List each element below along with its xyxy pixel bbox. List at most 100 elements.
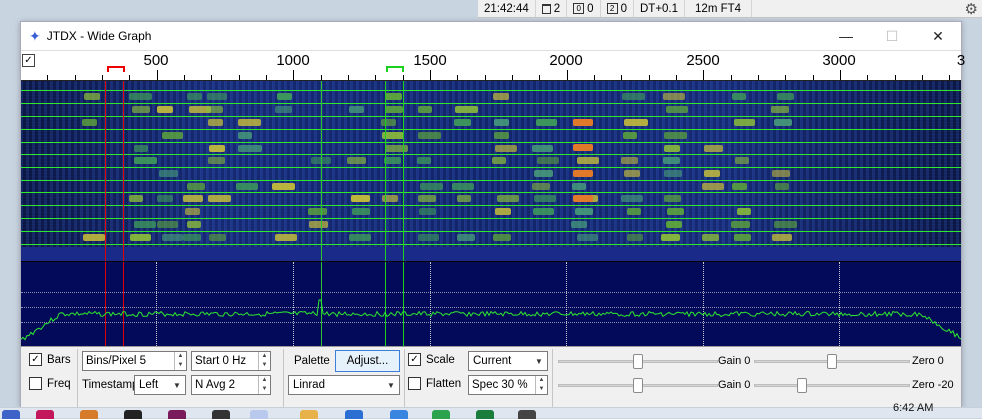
flatten-checkbox[interactable] [408, 377, 421, 390]
spectrum-display[interactable] [21, 261, 961, 346]
signal-trace [417, 106, 432, 113]
minimize-button[interactable]: — [823, 22, 869, 50]
signal-trace [161, 132, 183, 139]
spectrum-mode-select[interactable]: Current ▼ [468, 351, 548, 371]
tx-frequency-marker[interactable] [386, 66, 404, 72]
period-separator-line [21, 180, 961, 181]
slider-thumb[interactable] [633, 354, 643, 369]
period-separator-line [21, 244, 961, 245]
signal-trace [237, 132, 253, 139]
slider-thumb[interactable] [797, 378, 807, 393]
signal-trace [133, 157, 157, 164]
signal-trace [208, 145, 226, 152]
signal-trace [622, 93, 646, 100]
frequency-scale[interactable]: ✓ 500 1000 1500 2000 2500 3000 3 [21, 50, 965, 81]
bins-pixel-spinbox[interactable]: Bins/Pixel 5 ▲ ▼ [82, 351, 187, 371]
signal-trace [536, 119, 558, 126]
start-frequency-spinbox[interactable]: Start 0 Hz ▲ ▼ [191, 351, 271, 371]
scale-label: Scale [426, 353, 455, 366]
maximize-button[interactable]: ☐ [869, 22, 915, 50]
n-avg-value: N Avg 2 [195, 379, 236, 391]
scale-tick [621, 75, 623, 80]
frequency-marker-line [321, 81, 322, 261]
gear-icon[interactable]: ⚙ [965, 0, 982, 18]
scale-tick [566, 70, 568, 80]
bars-toggle[interactable]: ✓ Bars [29, 353, 71, 366]
signal-trace [206, 93, 227, 100]
period-separator-line [21, 129, 961, 130]
signal-trace [129, 234, 151, 241]
scale-checkbox[interactable]: ✓ [408, 353, 421, 366]
signal-trace [346, 157, 366, 164]
signal-trace [664, 145, 680, 152]
slider-thumb[interactable] [827, 354, 837, 369]
waterfall-zero-slider[interactable] [754, 351, 910, 371]
scale-tick [648, 75, 650, 80]
signal-trace [621, 157, 639, 164]
signal-trace [493, 119, 509, 126]
signal-trace [81, 119, 98, 126]
close-button[interactable]: ✕ [915, 22, 961, 50]
signal-trace [774, 119, 793, 126]
signal-trace [416, 157, 431, 164]
period-separator-line [21, 167, 961, 168]
signal-trace [384, 157, 401, 164]
slider-thumb[interactable] [633, 378, 643, 393]
period-separator-line [21, 218, 961, 219]
signal-trace [735, 157, 750, 164]
n-avg-spinbox[interactable]: N Avg 2 ▲ ▼ [191, 375, 271, 395]
period-separator-line [21, 192, 961, 193]
freq-checkbox[interactable] [29, 377, 42, 390]
signal-trace [238, 119, 262, 126]
period-separator-line [21, 231, 961, 232]
waterfall-gain-slider[interactable] [558, 351, 718, 371]
timestamp-select[interactable]: Left ▼ [134, 375, 186, 395]
freq-toggle[interactable]: Freq [29, 377, 71, 390]
signal-trace [666, 208, 684, 215]
signal-trace [156, 195, 174, 202]
trash-counter[interactable]: 2 [536, 0, 568, 17]
spin-arrows-icon[interactable]: ▲ ▼ [258, 352, 270, 370]
scale-tick [402, 75, 404, 80]
signal-trace [275, 234, 297, 241]
palette-select[interactable]: Linrad ▼ [288, 375, 400, 395]
adjust-palette-button[interactable]: Adjust... [335, 350, 400, 372]
waterfall-display[interactable] [21, 81, 961, 261]
bins-pixel-value: Bins/Pixel 5 [86, 355, 147, 367]
scale-tick [675, 75, 677, 80]
spectrum-zero-slider[interactable] [754, 375, 910, 395]
scale-tick [703, 70, 705, 80]
controls-panel: ✓ Bars Freq Bins/Pixel 5 ▲ ▼ Start 0 Hz ▲… [21, 346, 961, 408]
bars-label: Bars [47, 353, 71, 366]
scale-tick [785, 75, 787, 80]
trash-count: 2 [553, 2, 561, 15]
status-strip: 21:42:44 2 0 0 2 0 DT+0.1 12m FT4 ⚙ [478, 0, 982, 18]
spectrum-gain-slider[interactable] [558, 375, 718, 395]
divider [552, 349, 553, 407]
signal-trace [771, 170, 791, 177]
scale-tick [484, 75, 486, 80]
signal-trace [703, 170, 720, 177]
signal-trace [131, 106, 151, 113]
rx-frequency-marker[interactable] [107, 66, 125, 72]
flatten-toggle[interactable]: Flatten [408, 377, 461, 390]
signal-trace [494, 208, 511, 215]
signal-trace [665, 106, 689, 113]
signal-trace [453, 119, 472, 126]
scale-tick [812, 75, 814, 80]
signal-trace [664, 132, 688, 139]
scale-checkbox[interactable]: ✓ [22, 54, 35, 67]
palette-label: Palette [294, 355, 330, 367]
signal-trace [731, 93, 746, 100]
title-bar[interactable]: ✦ JTDX - Wide Graph — ☐ ✕ [21, 22, 961, 50]
bars-checkbox[interactable]: ✓ [29, 353, 42, 366]
spin-arrows-icon[interactable]: ▲ ▼ [174, 352, 186, 370]
scale-tick [47, 75, 49, 80]
spin-arrows-icon[interactable]: ▲ ▼ [258, 376, 270, 394]
spec-percent-spinbox[interactable]: Spec 30 % ▲ ▼ [468, 375, 548, 395]
signal-trace [494, 132, 510, 139]
scale-toggle[interactable]: ✓ Scale [408, 353, 455, 366]
spin-arrows-icon[interactable]: ▲ ▼ [535, 376, 547, 394]
signal-trace [129, 195, 144, 202]
signal-trace [185, 208, 201, 215]
